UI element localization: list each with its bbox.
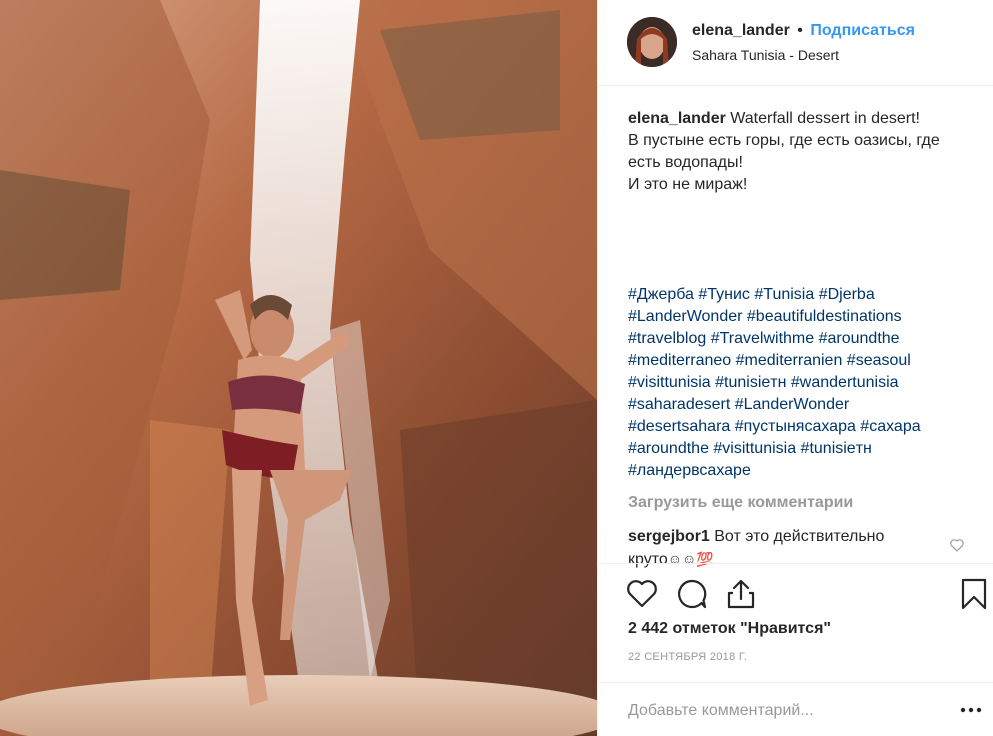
heart-icon[interactable]: [625, 577, 659, 611]
post-header: elena_lander • Подписаться Sahara Tunisi…: [598, 0, 993, 86]
comment-icon[interactable]: [675, 577, 709, 611]
avatar[interactable]: [627, 17, 677, 67]
post-date[interactable]: 22 СЕНТЯБРЯ 2018 Г.: [628, 651, 747, 663]
caption: elena_lander Waterfall dessert in desert…: [628, 108, 978, 196]
hashtag-line[interactable]: #travelblog #Travelwithme #aroundthe: [628, 328, 958, 350]
post-sidebar: elena_lander • Подписаться Sahara Tunisi…: [597, 0, 993, 736]
load-more-comments-button[interactable]: Загрузить еще комментарии: [628, 494, 853, 512]
hashtag-line[interactable]: #saharadesert #LanderWonder: [628, 394, 958, 416]
like-count[interactable]: 2 442 отметок "Нравится": [628, 620, 831, 638]
hashtag-line[interactable]: #ландервсахаре: [628, 460, 958, 482]
caption-line: elena_lander Waterfall dessert in desert…: [628, 108, 978, 130]
hashtag-line[interactable]: #visittunisia #tunisieтн #wandertunisia: [628, 372, 958, 394]
add-comment-section: [598, 682, 993, 736]
add-comment-input[interactable]: [626, 696, 930, 726]
caption-username[interactable]: elena_lander: [628, 110, 726, 127]
share-icon[interactable]: [724, 577, 758, 611]
comment-line: sergejbor1 Вот это действительно: [628, 526, 938, 548]
hashtag-line[interactable]: #mediterraneo #mediterranien #seasoul: [628, 350, 958, 372]
post-photo[interactable]: [0, 0, 597, 736]
more-options-icon[interactable]: [959, 701, 983, 719]
comment-text: Вот это действительно: [709, 528, 885, 545]
caption-line: есть водопады!: [628, 154, 743, 171]
caption-line: В пустыне есть горы, где есть оазисы, гд…: [628, 132, 940, 149]
action-bar: [598, 563, 993, 623]
avatar-image: [627, 17, 677, 67]
photo-image: [0, 0, 597, 736]
hashtag-line[interactable]: #desertsahara #пустынясахара #сахара: [628, 416, 958, 438]
header-separator: •: [797, 22, 803, 39]
bookmark-icon[interactable]: [957, 577, 991, 611]
follow-button[interactable]: Подписаться: [810, 22, 915, 39]
header-username[interactable]: elena_lander: [692, 22, 790, 39]
location-link[interactable]: Sahara Tunisia - Desert: [692, 47, 839, 63]
hashtag-line[interactable]: #aroundthe #visittunisia #tunisieтн: [628, 438, 958, 460]
heart-small-icon[interactable]: [949, 537, 965, 553]
header-user-row: elena_lander • Подписаться: [692, 22, 915, 40]
caption-line: И это не мираж!: [628, 176, 748, 193]
hashtag-line[interactable]: #LanderWonder #beautifuldestinations: [628, 306, 958, 328]
hashtags: #Джерба #Тунис #Tunisia #Djerba #LanderW…: [628, 284, 958, 482]
comment-username[interactable]: sergejbor1: [628, 528, 710, 545]
caption-text: Waterfall dessert in desert!: [725, 110, 920, 127]
hashtag-line[interactable]: #Джерба #Тунис #Tunisia #Djerba: [628, 284, 958, 306]
